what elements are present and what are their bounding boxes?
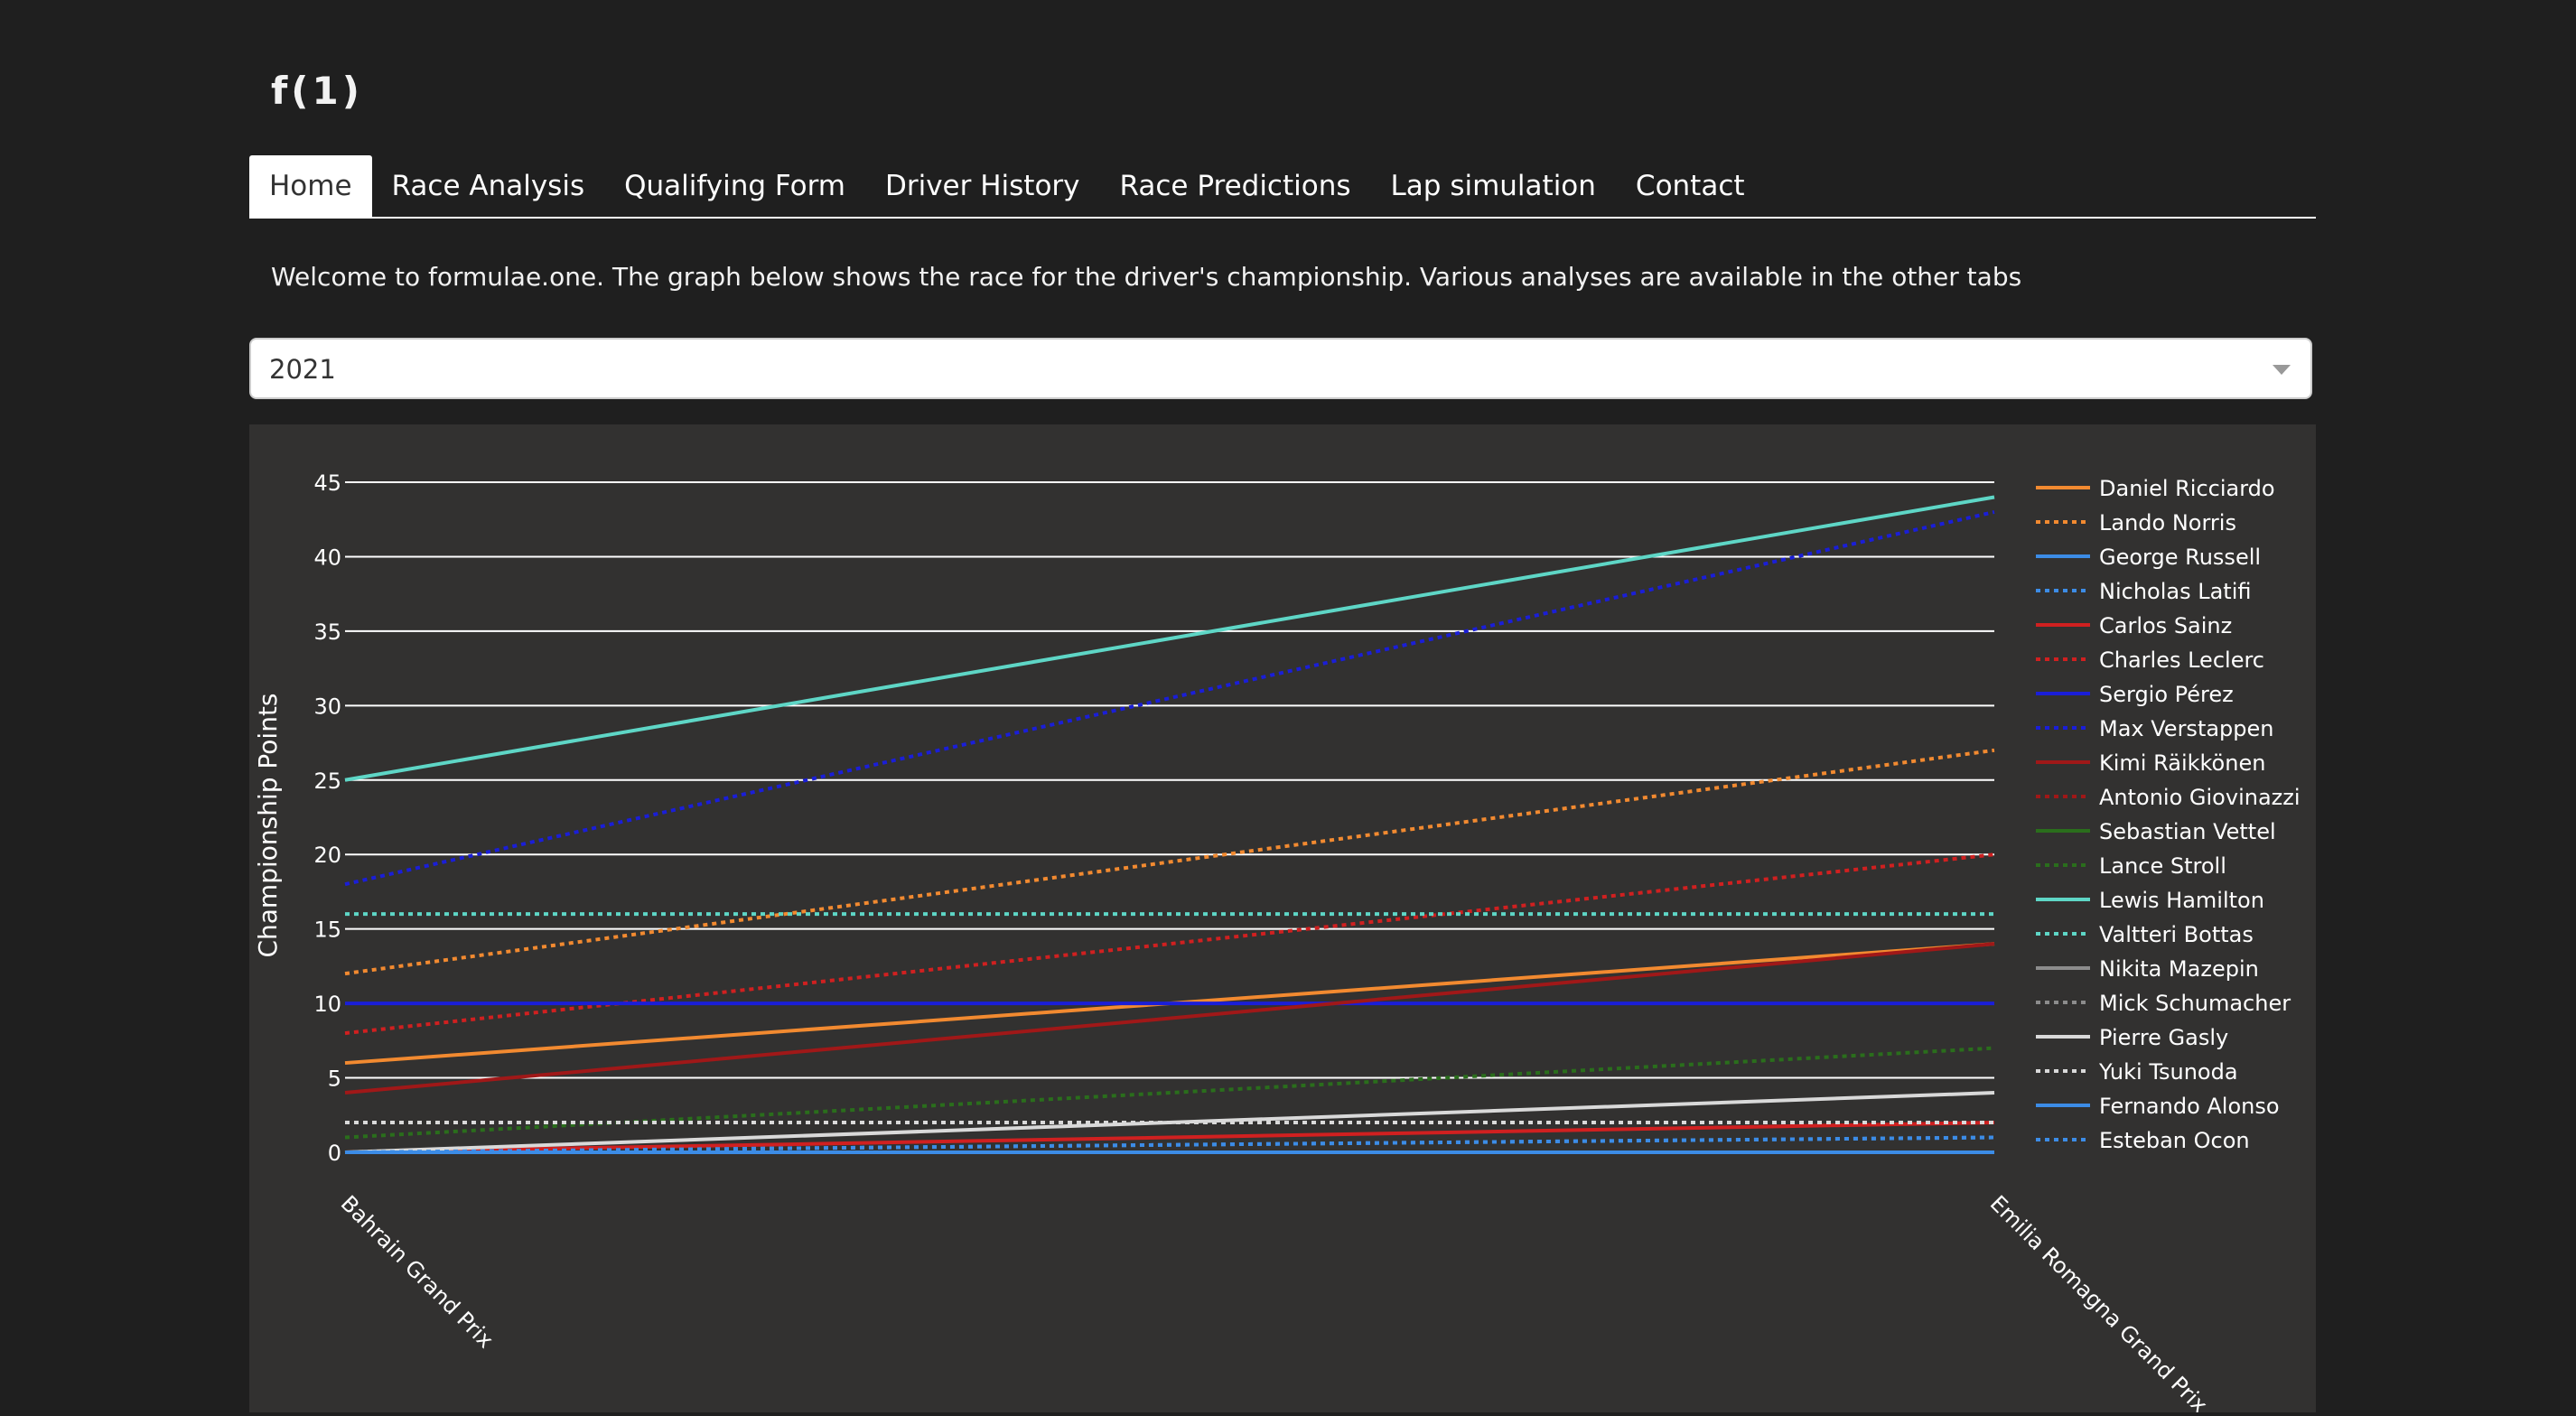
tab-contact[interactable]: Contact	[1616, 155, 1765, 217]
legend-item-sergio-perez[interactable]: Sergio Pérez	[2036, 682, 2234, 707]
legend-item-charles-leclerc[interactable]: Charles Leclerc	[2036, 647, 2264, 673]
legend-label: Nikita Mazepin	[2099, 956, 2259, 982]
tab-bar: Home Race Analysis Qualifying Form Drive…	[249, 154, 2316, 219]
tab-qualifying-form[interactable]: Qualifying Form	[604, 155, 865, 217]
series-line-kimi-raikkonen[interactable]	[344, 942, 1995, 1095]
tab-driver-history[interactable]: Driver History	[865, 155, 1100, 217]
legend-item-carlos-sainz[interactable]: Carlos Sainz	[2036, 613, 2232, 638]
chart-y-ticks: 0 5 10 15 20 25 30 35 40 45	[313, 470, 341, 1166]
legend-label: Max Verstappen	[2099, 716, 2274, 741]
legend-item-lance-stroll[interactable]: Lance Stroll	[2036, 853, 2226, 879]
legend-label: Sebastian Vettel	[2099, 819, 2276, 844]
legend-label: Pierre Gasly	[2099, 1025, 2228, 1050]
y-tick-label: 5	[328, 1067, 341, 1092]
legend-item-max-verstappen[interactable]: Max Verstappen	[2036, 716, 2274, 741]
legend-label: Lewis Hamilton	[2099, 888, 2264, 913]
season-dropdown[interactable]: 2021	[249, 338, 2312, 399]
legend-item-pierre-gasly[interactable]: Pierre Gasly	[2036, 1025, 2228, 1050]
x-tick-label: Emilia Romagna Grand Prix	[1985, 1190, 2213, 1412]
season-dropdown-value: 2021	[269, 354, 336, 385]
legend-label: Fernando Alonso	[2099, 1094, 2280, 1119]
legend-item-kimi-raikkonen[interactable]: Kimi Räikkönen	[2036, 750, 2265, 776]
legend-label: Carlos Sainz	[2099, 613, 2232, 638]
legend-label: Esteban Ocon	[2099, 1128, 2250, 1153]
legend-label: Nicholas Latifi	[2099, 579, 2252, 604]
series-line-lando-norris[interactable]	[344, 748, 1995, 976]
tab-race-analysis[interactable]: Race Analysis	[372, 155, 605, 217]
y-tick-label: 45	[313, 470, 341, 496]
legend-label: Kimi Räikkönen	[2099, 750, 2265, 776]
y-tick-label: 20	[313, 843, 341, 868]
legend-label: George Russell	[2099, 545, 2261, 570]
legend-item-lando-norris[interactable]: Lando Norris	[2036, 510, 2236, 536]
chart-series-lines	[344, 495, 1995, 1154]
legend-item-yuki-tsunoda[interactable]: Yuki Tsunoda	[2036, 1059, 2238, 1085]
welcome-text: Welcome to formulae.one. The graph below…	[271, 262, 2022, 292]
y-axis-label: Championship Points	[253, 693, 283, 957]
legend-item-mick-schumacher[interactable]: Mick Schumacher	[2036, 991, 2291, 1016]
chevron-down-icon[interactable]	[2273, 365, 2291, 375]
legend-item-valtteri-bottas[interactable]: Valtteri Bottas	[2036, 922, 2254, 947]
legend-item-daniel-ricciardo[interactable]: Daniel Ricciardo	[2036, 476, 2275, 501]
y-tick-label: 0	[328, 1141, 341, 1166]
brand-logo[interactable]: f(1)	[271, 69, 363, 113]
y-tick-label: 30	[313, 694, 341, 719]
y-tick-label: 40	[313, 545, 341, 570]
legend-label: Mick Schumacher	[2099, 991, 2291, 1016]
legend-label: Antonio Giovinazzi	[2099, 785, 2301, 810]
legend-item-nicholas-latifi[interactable]: Nicholas Latifi	[2036, 579, 2252, 604]
legend-label: Daniel Ricciardo	[2099, 476, 2275, 501]
legend-label: Lance Stroll	[2099, 853, 2226, 879]
chart-gridlines	[345, 481, 1994, 1153]
legend-item-antonio-giovinazzi[interactable]: Antonio Giovinazzi	[2036, 785, 2301, 810]
legend-item-nikita-mazepin[interactable]: Nikita Mazepin	[2036, 956, 2259, 982]
y-tick-label: 35	[313, 620, 341, 645]
series-line-carlos-sainz[interactable]	[344, 1121, 1995, 1154]
legend-item-fernando-alonso[interactable]: Fernando Alonso	[2036, 1094, 2280, 1119]
tab-lap-simulation[interactable]: Lap simulation	[1371, 155, 1616, 217]
series-line-max-verstappen[interactable]	[344, 510, 1995, 887]
chart-legend: Daniel Ricciardo Lando Norris George Russe…	[2036, 476, 2301, 1153]
series-line-lewis-hamilton[interactable]	[344, 495, 1995, 782]
legend-label: Sergio Pérez	[2099, 682, 2234, 707]
series-line-charles-leclerc[interactable]	[344, 852, 1995, 1036]
championship-chart: 0 5 10 15 20 25 30 35 40 45 Bahrain Grand Prix Emi…	[253, 470, 2301, 1416]
championship-chart-panel: 0 5 10 15 20 25 30 35 40 45 Bahrain Grand Prix Emi…	[249, 424, 2316, 1416]
legend-label: Yuki Tsunoda	[2098, 1059, 2238, 1085]
legend-item-esteban-ocon[interactable]: Esteban Ocon	[2036, 1128, 2250, 1153]
legend-label: Valtteri Bottas	[2099, 922, 2254, 947]
legend-item-lewis-hamilton[interactable]: Lewis Hamilton	[2036, 888, 2264, 913]
chart-x-ticks: Bahrain Grand Prix Emilia Romagna Grand P…	[336, 1190, 2213, 1416]
legend-label: Charles Leclerc	[2099, 647, 2264, 673]
legend-item-sebastian-vettel[interactable]: Sebastian Vettel	[2036, 819, 2276, 844]
x-tick-label: Bahrain Grand Prix	[336, 1190, 499, 1353]
tab-race-predictions[interactable]: Race Predictions	[1100, 155, 1371, 217]
y-tick-label: 10	[313, 992, 341, 1017]
y-tick-label: 25	[313, 769, 341, 794]
legend-item-george-russell[interactable]: George Russell	[2036, 545, 2261, 570]
legend-label: Lando Norris	[2099, 510, 2236, 536]
tab-home[interactable]: Home	[249, 155, 372, 217]
y-tick-label: 15	[313, 918, 341, 943]
